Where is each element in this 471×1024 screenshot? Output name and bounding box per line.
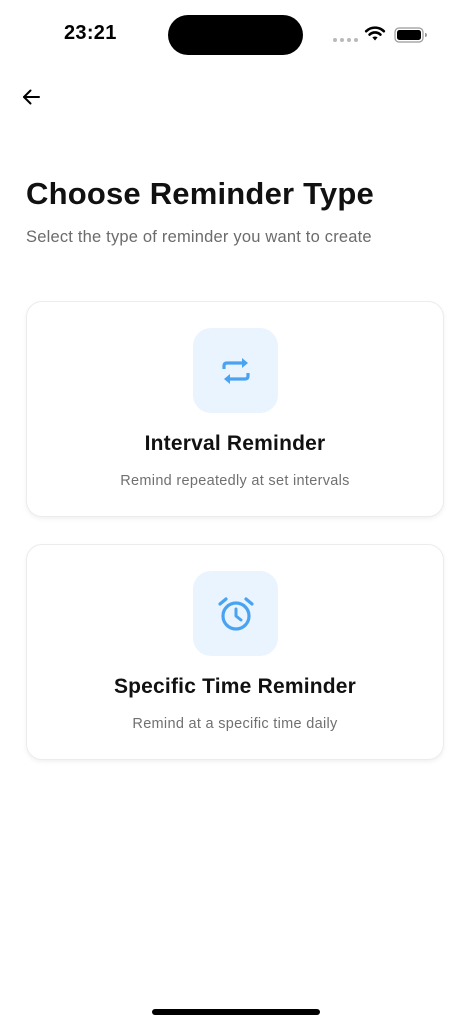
specific-time-reminder-card[interactable]: Specific Time Reminder Remind at a speci… [26, 544, 444, 760]
card-description: Remind at a specific time daily [132, 716, 338, 732]
alarm-clock-icon [217, 596, 254, 631]
arrow-left-icon [23, 89, 40, 105]
card-title: Interval Reminder [144, 432, 326, 455]
wifi-icon [364, 26, 386, 41]
home-indicator [152, 1009, 320, 1015]
interval-icon-tile [193, 328, 278, 413]
page-subtitle: Select the type of reminder you want to … [26, 228, 372, 246]
repeat-icon [221, 357, 250, 384]
status-time: 23:21 [64, 22, 117, 44]
page-title: Choose Reminder Type [26, 176, 374, 211]
specific-time-icon-tile [193, 571, 278, 656]
dynamic-island [168, 15, 303, 55]
cellular-signal-icon [333, 38, 358, 42]
status-bar: 23:21 [0, 0, 471, 70]
card-title: Specific Time Reminder [113, 675, 357, 698]
back-button[interactable] [16, 82, 46, 112]
card-description: Remind repeatedly at set intervals [120, 473, 350, 489]
battery-icon [394, 27, 427, 43]
interval-reminder-card[interactable]: Interval Reminder Remind repeatedly at s… [26, 301, 444, 517]
